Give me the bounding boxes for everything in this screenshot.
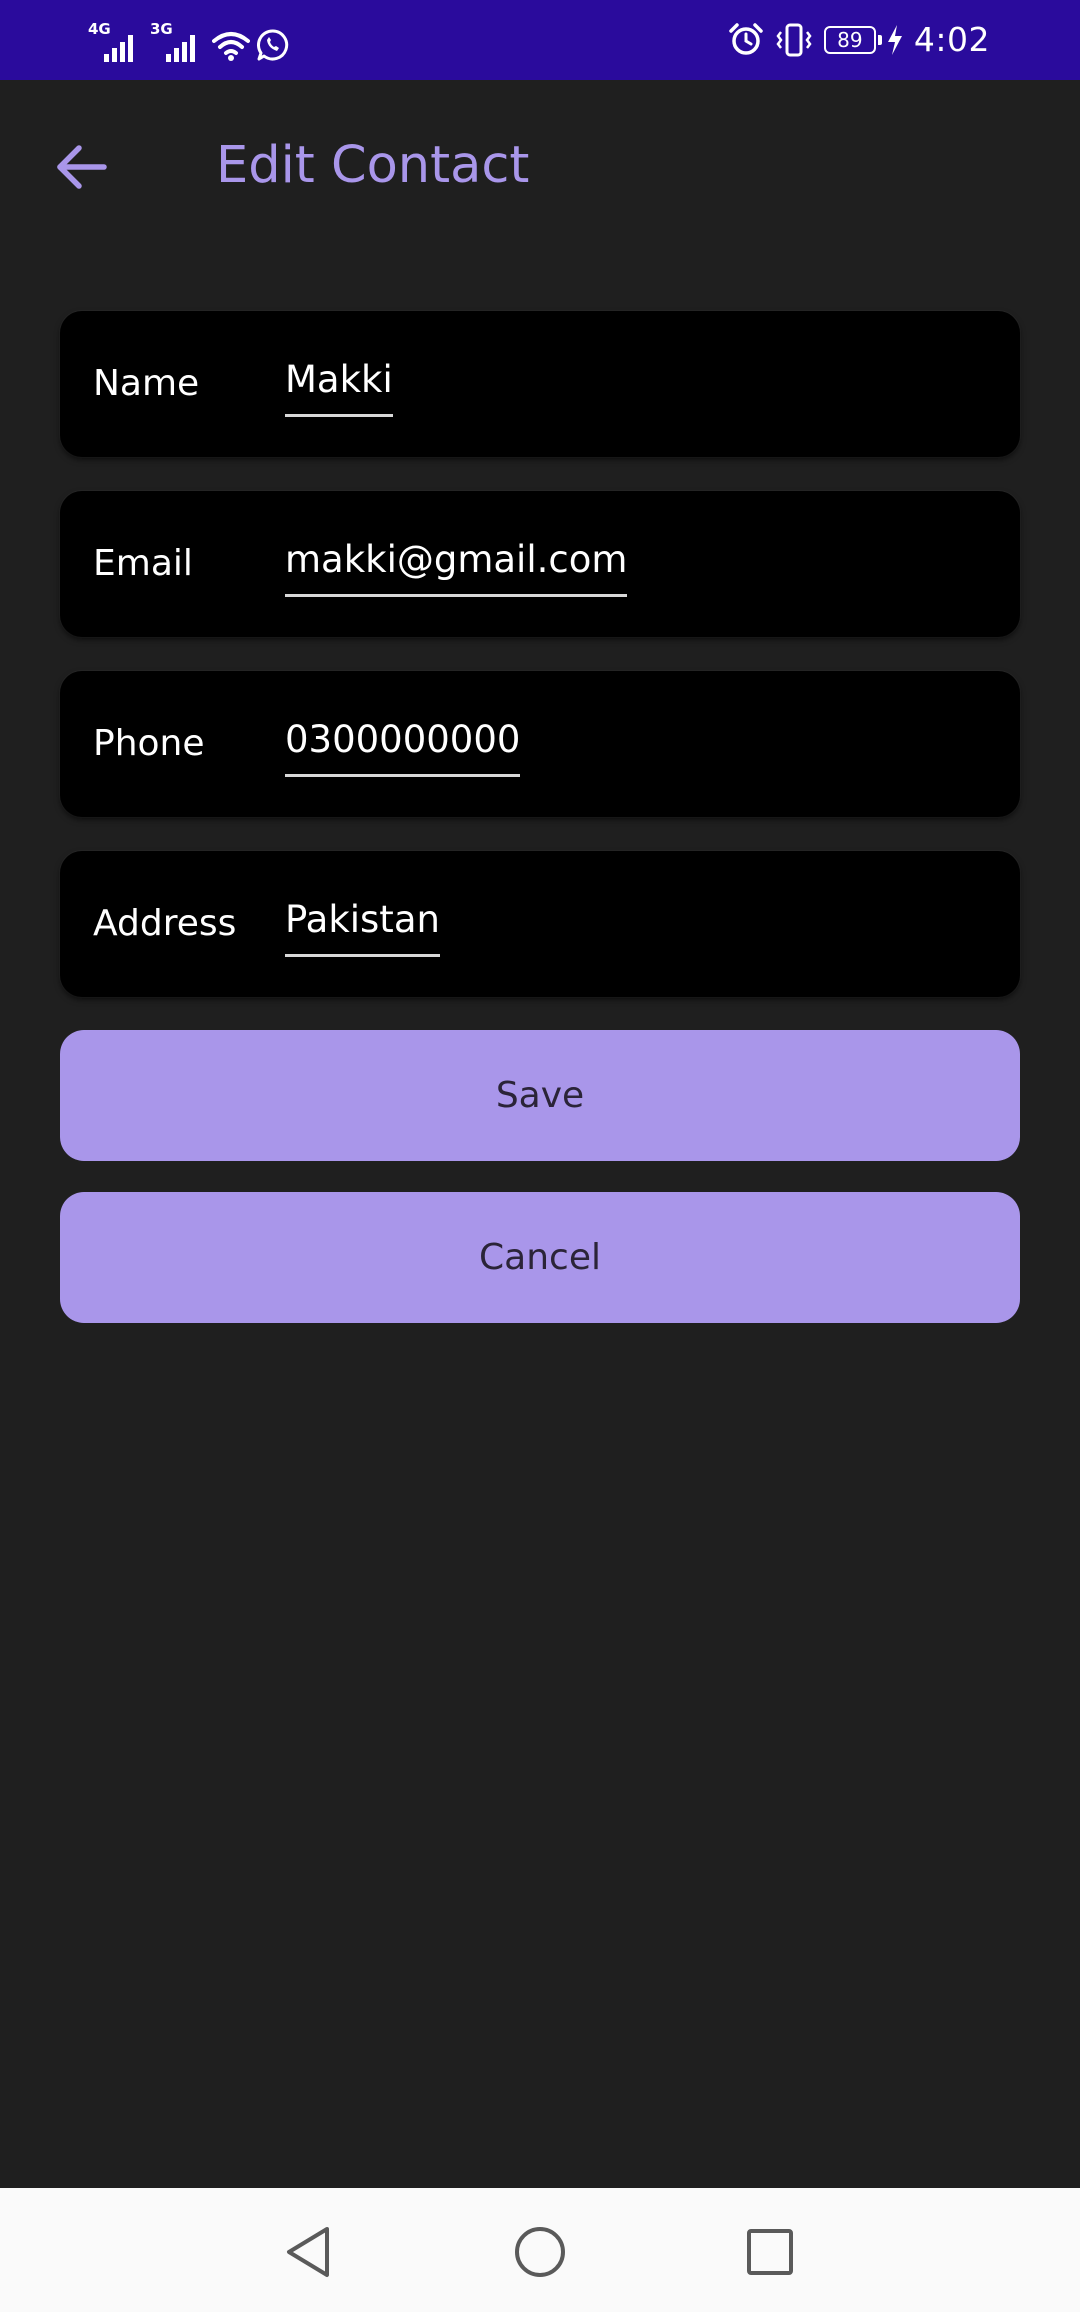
signal-3g: 3G: [150, 22, 206, 62]
status-right: 89 4:02: [728, 14, 990, 66]
battery-tip: [877, 35, 882, 45]
phone-input[interactable]: 0300000000: [285, 718, 521, 777]
battery-level: 89: [837, 28, 863, 52]
back-button[interactable]: [46, 132, 116, 202]
save-button[interactable]: Save: [60, 1030, 1020, 1161]
arrow-left-icon: [57, 145, 107, 189]
home-circle-icon: [515, 2227, 565, 2277]
signal-icon: [166, 35, 195, 62]
signal-icon: [104, 35, 133, 62]
nav-back-button[interactable]: [278, 2222, 338, 2282]
name-label: Name: [93, 363, 200, 404]
email-field-card: Email makki@gmail.com: [60, 491, 1020, 637]
alarm-icon: [729, 23, 763, 55]
recents-square-icon: [747, 2229, 793, 2275]
app-bar: Edit Contact: [0, 80, 1080, 256]
system-nav-bar: [0, 2188, 1080, 2312]
email-label: Email: [93, 543, 193, 584]
name-field-card: Name Makki: [60, 311, 1020, 457]
vibrate-icon: [776, 23, 812, 57]
nav-home-button[interactable]: [510, 2222, 570, 2282]
whatsapp-icon: [257, 29, 289, 61]
email-input[interactable]: makki@gmail.com: [285, 538, 628, 597]
signal-4g: 4G: [88, 22, 144, 62]
back-triangle-icon: [287, 2227, 329, 2277]
address-label: Address: [93, 903, 237, 944]
cancel-button[interactable]: Cancel: [60, 1192, 1020, 1323]
address-input[interactable]: Pakistan: [285, 898, 440, 957]
status-bar: 4G 3G 89 4:02: [0, 0, 1080, 80]
charging-icon: [887, 25, 902, 55]
wifi-icon: [212, 32, 250, 61]
status-left: 4G 3G: [88, 18, 290, 62]
phone-label: Phone: [93, 723, 205, 764]
phone-field-card: Phone 0300000000: [60, 671, 1020, 817]
name-input[interactable]: Makki: [285, 358, 393, 417]
clock: 4:02: [913, 20, 990, 59]
address-field-card: Address Pakistan: [60, 851, 1020, 997]
page-title: Edit Contact: [216, 136, 530, 195]
nav-recents-button[interactable]: [740, 2222, 800, 2282]
battery-icon: 89: [823, 26, 882, 54]
